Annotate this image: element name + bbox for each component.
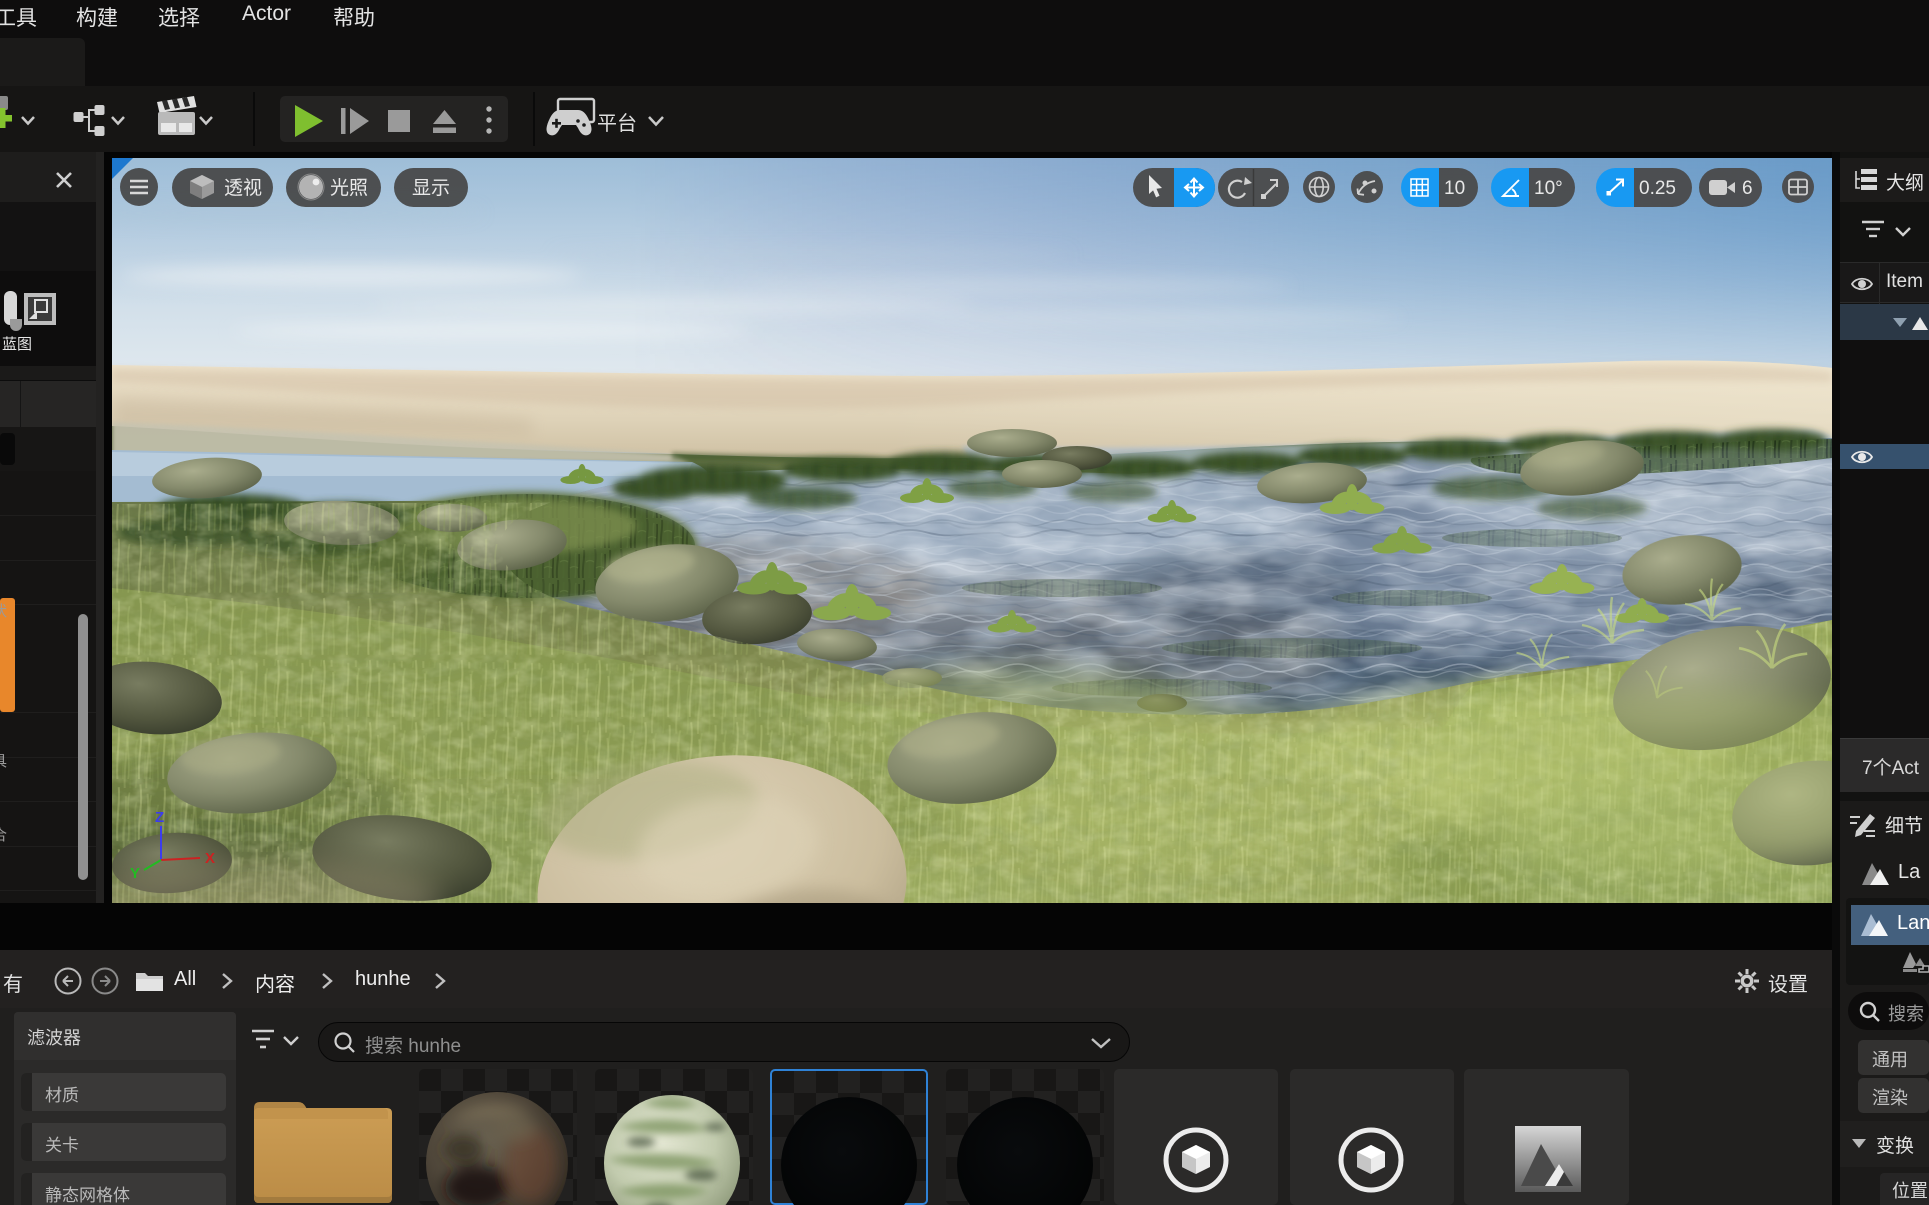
svg-text:0.25: 0.25 <box>1639 178 1676 199</box>
svg-text:10: 10 <box>1444 178 1465 199</box>
svg-text:Y: Y <box>130 865 140 882</box>
svg-text:平台: 平台 <box>597 112 637 135</box>
svg-text:显示: 显示 <box>412 178 450 199</box>
svg-text:透视: 透视 <box>224 177 262 199</box>
svg-text:10°: 10° <box>1534 178 1563 199</box>
svg-text:光照: 光照 <box>330 177 368 199</box>
svg-text:6: 6 <box>1742 178 1753 199</box>
svg-text:X: X <box>205 850 215 867</box>
svg-text:Z: Z <box>155 809 164 826</box>
